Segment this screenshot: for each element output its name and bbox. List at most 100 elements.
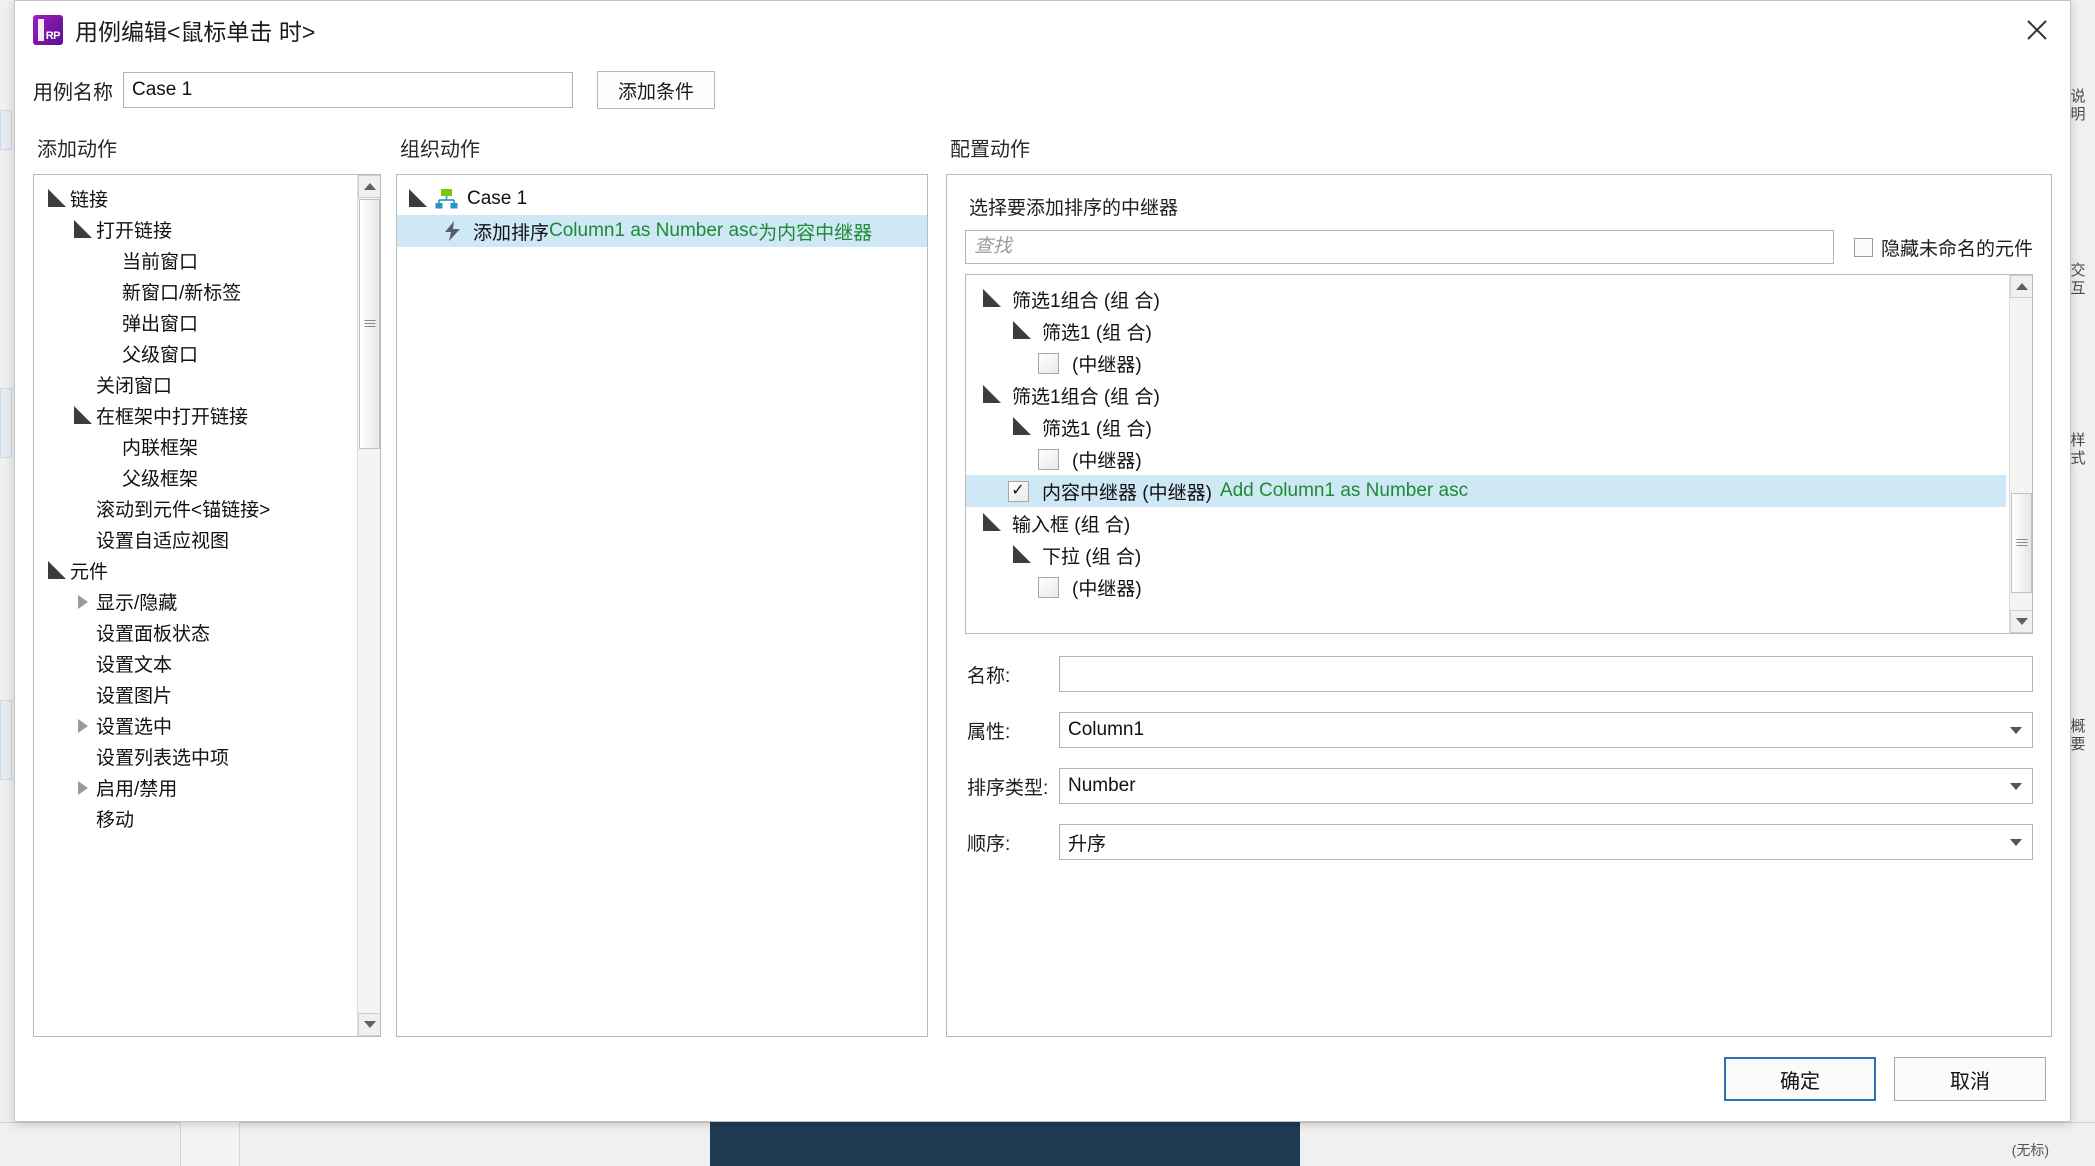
expand-triangle-icon[interactable] (978, 385, 1006, 404)
action-tree-item[interactable]: 在框架中打开链接 (34, 400, 356, 431)
repeater-tree-item[interactable]: 筛选1组合 (组 合) (966, 379, 2006, 411)
expand-triangle-icon[interactable] (1008, 417, 1036, 436)
action-tree-item[interactable]: 设置文本 (34, 648, 356, 679)
add-condition-button[interactable]: 添加条件 (597, 71, 716, 109)
action-tree-item[interactable]: 设置自适应视图 (34, 524, 356, 555)
repeater-tree-item-label: 输入框 (组 合) (1012, 514, 1131, 536)
repeater-tree-item-label: 筛选1组合 (组 合) (1012, 290, 1160, 312)
expand-triangle-icon[interactable] (405, 189, 431, 208)
action-tree-item[interactable]: 元件 (34, 555, 356, 586)
action-tree-item[interactable]: 父级窗口 (34, 338, 356, 369)
repeater-tree-item[interactable]: (中继器) (966, 347, 2006, 379)
expand-triangle-icon[interactable] (44, 560, 70, 580)
action-tree-item-label: 新窗口/新标签 (122, 283, 242, 304)
search-input[interactable] (965, 230, 1834, 264)
expand-triangle-icon[interactable] (978, 289, 1006, 308)
action-tree-item-label: 关闭窗口 (96, 376, 173, 397)
organize-action-node[interactable]: 添加排序 Column1 as Number asc 为 内容中继器 (397, 215, 927, 247)
form-select[interactable]: Number (1059, 768, 2033, 804)
axure-rp-icon: RP (33, 14, 63, 45)
action-tree-item[interactable]: 当前窗口 (34, 245, 356, 276)
expand-triangle-icon[interactable] (70, 405, 96, 425)
scroll-down-icon[interactable] (358, 1013, 380, 1036)
bolt-icon (441, 219, 465, 243)
action-tree-item[interactable]: 内联框架 (34, 431, 356, 462)
form-select[interactable]: 升序 (1059, 824, 2033, 860)
repeater-checkbox[interactable]: ✓ (1007, 480, 1036, 502)
action-tree-item-label: 设置文本 (96, 655, 173, 676)
repeater-tree-item[interactable]: 下拉 (组 合) (966, 539, 2006, 571)
action-tree-item-label: 链接 (70, 190, 109, 211)
form-select[interactable]: Column1 (1059, 712, 2033, 748)
action-tree-item-label: 滚动到元件<锚链接> (96, 500, 271, 521)
action-tree-item[interactable]: 链接 (34, 183, 356, 214)
repeater-tree-item[interactable]: (中继器) (966, 571, 2006, 603)
action-tree-item[interactable]: 显示/隐藏 (34, 586, 356, 617)
chevron-down-icon[interactable] (2010, 839, 2022, 846)
collapse-triangle-icon[interactable] (70, 780, 96, 795)
configure-action-heading: 配置动作 (950, 139, 1030, 161)
action-tree-item[interactable]: 设置列表选中项 (34, 741, 356, 772)
close-icon[interactable] (2014, 7, 2060, 53)
repeater-tree-item[interactable]: (中继器) (966, 443, 2006, 475)
repeater-tree-item[interactable]: 筛选1组合 (组 合) (966, 283, 2006, 315)
chevron-down-icon[interactable] (2010, 727, 2022, 734)
action-tree-item[interactable]: 设置图片 (34, 679, 356, 710)
action-tree-item[interactable]: 设置面板状态 (34, 617, 356, 648)
action-tree[interactable]: 链接打开链接 当前窗口新窗口/新标签弹出窗口 父级窗口关闭窗口在框架中打开链接 内联框… (34, 175, 380, 834)
collapse-triangle-icon[interactable] (70, 718, 96, 733)
dialog-footer: 确定 取消 (15, 1037, 2070, 1121)
repeater-scroll-down-icon[interactable] (2010, 610, 2032, 633)
app-left-tab-2[interactable] (0, 388, 12, 458)
action-tree-item[interactable]: 打开链接 (34, 214, 356, 245)
repeater-tree[interactable]: 筛选1组合 (组 合) 筛选1 (组 合) (中继器) 筛选1组合 (组 合) 筛选1 … (966, 275, 2032, 603)
action-tree-item[interactable]: 父级框架 (34, 462, 356, 493)
ok-button[interactable]: 确定 (1724, 1057, 1876, 1101)
cancel-button[interactable]: 取消 (1894, 1057, 2046, 1101)
hide-unnamed-toggle[interactable]: 隐藏未命名的元件 (1853, 234, 2033, 261)
expand-triangle-icon[interactable] (70, 219, 96, 239)
app-left-tab-3[interactable] (0, 700, 12, 780)
organize-tree-panel: Case 1 添加排序 Column1 as Number asc 为 内容中继… (396, 174, 928, 1037)
organize-case-node[interactable]: Case 1 (397, 183, 927, 215)
action-tree-item[interactable]: 设置选中 (34, 710, 356, 741)
collapse-triangle-icon[interactable] (70, 594, 96, 609)
repeater-tree-item[interactable]: ✓ 内容中继器 (中继器) Add Column1 as Number asc (966, 475, 2006, 507)
hide-unnamed-checkbox[interactable] (1853, 237, 1873, 257)
repeater-tree-item-label: (中继器) (1072, 354, 1142, 376)
repeater-checkbox[interactable] (1037, 448, 1066, 470)
expand-triangle-icon[interactable] (978, 513, 1006, 532)
repeater-checkbox[interactable] (1037, 576, 1066, 598)
repeater-tree-item-suffix: Add Column1 as Number asc (1219, 480, 1469, 501)
repeater-scroll-up-icon[interactable] (2010, 275, 2032, 298)
action-tree-item[interactable]: 关闭窗口 (34, 369, 356, 400)
action-tree-item[interactable]: 新窗口/新标签 (34, 276, 356, 307)
scrollbar-thumb[interactable] (359, 199, 380, 449)
dialog-columns: 添加动作 链接 打开链接 当前窗口 新窗口/新标签 弹出窗口 父级窗口 关闭窗口 在框架中打开… (15, 121, 2070, 1037)
expand-triangle-icon[interactable] (1008, 545, 1036, 564)
organize-action-param: Column1 as Number asc (549, 220, 759, 241)
action-tree-item[interactable]: 滚动到元件<锚链接> (34, 493, 356, 524)
action-tree-item[interactable]: 启用/禁用 (34, 772, 356, 803)
repeater-checkbox[interactable] (1037, 352, 1066, 374)
app-left-tab-1[interactable] (0, 110, 12, 150)
expand-triangle-icon[interactable] (44, 188, 70, 208)
repeater-tree-item-label: 筛选1组合 (组 合) (1012, 386, 1160, 408)
chevron-down-icon[interactable] (2010, 783, 2022, 790)
repeater-tree-item[interactable]: 筛选1 (组 合) (966, 411, 2006, 443)
repeater-tree-item[interactable]: 输入框 (组 合) (966, 507, 2006, 539)
form-field-value: 升序 (1068, 833, 1107, 855)
repeater-tree-item[interactable]: 筛选1 (组 合) (966, 315, 2006, 347)
repeater-tree-item-label: 下拉 (组 合) (1042, 546, 1142, 568)
screen: 说明 交互 样式 概要 (无标) RP 用例编辑<鼠标单击 时> 用例名称 添加… (0, 0, 2095, 1166)
repeater-scrollbar-thumb[interactable] (2011, 493, 2032, 593)
expand-triangle-icon[interactable] (1008, 321, 1036, 340)
case-name-input[interactable] (123, 72, 573, 108)
action-tree-scrollbar[interactable] (357, 175, 380, 1036)
form-text-input[interactable] (1059, 656, 2033, 692)
repeater-tree-scrollbar[interactable] (2009, 275, 2032, 633)
case-name-row: 用例名称 添加条件 (15, 59, 2070, 121)
action-tree-item[interactable]: 弹出窗口 (34, 307, 356, 338)
scroll-up-icon[interactable] (358, 175, 380, 198)
action-tree-item[interactable]: 移动 (34, 803, 356, 834)
